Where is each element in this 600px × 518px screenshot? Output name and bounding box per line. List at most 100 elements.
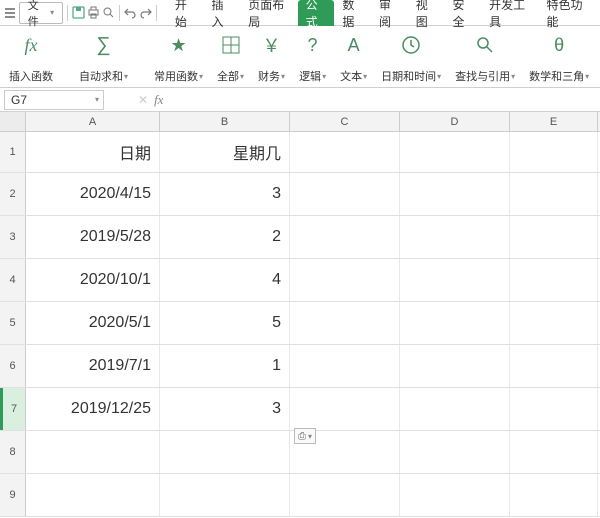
cell-C6[interactable] bbox=[290, 345, 400, 387]
col-header-A[interactable]: A bbox=[26, 112, 160, 131]
cell-A6[interactable]: 2019/7/1 bbox=[26, 345, 160, 387]
col-header-B[interactable]: B bbox=[160, 112, 290, 131]
row-header-4[interactable]: 4 bbox=[0, 259, 26, 301]
cell-C5[interactable] bbox=[290, 302, 400, 344]
cell-D4[interactable] bbox=[400, 259, 510, 301]
cell-C3[interactable] bbox=[290, 216, 400, 258]
cell-D7[interactable] bbox=[400, 388, 510, 430]
cell-D2[interactable] bbox=[400, 173, 510, 215]
ribbon-插入函数[interactable]: fx插入函数 bbox=[6, 30, 56, 84]
ribbon-自动求和[interactable]: ∑自动求和▾ bbox=[76, 30, 131, 84]
tab-安全[interactable]: 安全 bbox=[444, 0, 481, 26]
tab-开发工具[interactable]: 开发工具 bbox=[481, 0, 538, 26]
formula-bar-row: G7 ▾ ✕ fx bbox=[0, 88, 600, 112]
hamburger-icon[interactable] bbox=[4, 6, 17, 20]
cell-D9[interactable] bbox=[400, 474, 510, 516]
row-header-8[interactable]: 8 bbox=[0, 431, 26, 473]
spreadsheet-grid: A B C D E 1日期星期几22020/4/15332019/5/28242… bbox=[0, 112, 600, 517]
save-icon[interactable] bbox=[72, 6, 85, 20]
cell-B5[interactable]: 5 bbox=[160, 302, 290, 344]
formula-input[interactable] bbox=[163, 90, 600, 110]
tab-插入[interactable]: 插入 bbox=[204, 0, 241, 26]
redo-icon[interactable] bbox=[139, 6, 152, 20]
cell-A1[interactable]: 日期 bbox=[26, 132, 160, 172]
tab-特色功能[interactable]: 特色功能 bbox=[539, 0, 596, 26]
textA-icon: A bbox=[341, 32, 367, 58]
ribbon-查找与引用[interactable]: 查找与引用▾ bbox=[452, 30, 518, 84]
sigma-icon: ∑ bbox=[91, 32, 117, 58]
row-header-5[interactable]: 5 bbox=[0, 302, 26, 344]
cell-C4[interactable] bbox=[290, 259, 400, 301]
col-header-E[interactable]: E bbox=[510, 112, 598, 131]
cell-A7[interactable]: 2019/12/25 bbox=[26, 388, 160, 430]
row-header-7[interactable]: 7 bbox=[0, 388, 26, 430]
cell-B8[interactable] bbox=[160, 431, 290, 473]
cell-D1[interactable] bbox=[400, 132, 510, 172]
cell-E4[interactable] bbox=[510, 259, 598, 301]
cell-B7[interactable]: 3 bbox=[160, 388, 290, 430]
chevron-down-icon: ▾ bbox=[95, 95, 99, 104]
ribbon-财务[interactable]: ￥财务▾ bbox=[255, 30, 288, 84]
cell-B2[interactable]: 3 bbox=[160, 173, 290, 215]
row-header-1[interactable]: 1 bbox=[0, 132, 26, 172]
cell-E1[interactable] bbox=[510, 132, 598, 172]
ribbon-数学和三角[interactable]: θ数学和三角▾ bbox=[526, 30, 592, 84]
ribbon-逻辑[interactable]: ?逻辑▾ bbox=[296, 30, 329, 84]
cancel-icon[interactable]: ✕ bbox=[138, 93, 148, 107]
cell-A5[interactable]: 2020/5/1 bbox=[26, 302, 160, 344]
row-header-3[interactable]: 3 bbox=[0, 216, 26, 258]
col-header-D[interactable]: D bbox=[400, 112, 510, 131]
tab-视图[interactable]: 视图 bbox=[408, 0, 445, 26]
select-all-corner[interactable] bbox=[0, 112, 26, 131]
cell-C2[interactable] bbox=[290, 173, 400, 215]
cell-A9[interactable] bbox=[26, 474, 160, 516]
cell-B1[interactable]: 星期几 bbox=[160, 132, 290, 172]
cell-E8[interactable] bbox=[510, 431, 598, 473]
cell-C1[interactable] bbox=[290, 132, 400, 172]
cell-B4[interactable]: 4 bbox=[160, 259, 290, 301]
tab-开始[interactable]: 开始 bbox=[167, 0, 204, 26]
tab-审阅[interactable]: 审阅 bbox=[371, 0, 408, 26]
table-row: 52020/5/15 bbox=[0, 302, 600, 345]
cell-E3[interactable] bbox=[510, 216, 598, 258]
preview-icon[interactable] bbox=[102, 6, 115, 20]
tab-数据[interactable]: 数据 bbox=[334, 0, 371, 26]
cell-D8[interactable] bbox=[400, 431, 510, 473]
cell-E5[interactable] bbox=[510, 302, 598, 344]
cell-D5[interactable] bbox=[400, 302, 510, 344]
cell-E9[interactable] bbox=[510, 474, 598, 516]
row-header-6[interactable]: 6 bbox=[0, 345, 26, 387]
cell-A2[interactable]: 2020/4/15 bbox=[26, 173, 160, 215]
paste-options-tag[interactable]: ⎙ ▾ bbox=[294, 428, 316, 444]
cell-A3[interactable]: 2019/5/28 bbox=[26, 216, 160, 258]
cell-A8[interactable] bbox=[26, 431, 160, 473]
tab-公式[interactable]: 公式 bbox=[298, 0, 335, 26]
cell-B9[interactable] bbox=[160, 474, 290, 516]
file-menu[interactable]: 文件 ▾ bbox=[19, 2, 63, 24]
cell-E7[interactable] bbox=[510, 388, 598, 430]
cell-C9[interactable] bbox=[290, 474, 400, 516]
cell-A4[interactable]: 2020/10/1 bbox=[26, 259, 160, 301]
ribbon-日期和时间[interactable]: 日期和时间▾ bbox=[378, 30, 444, 84]
row-header-9[interactable]: 9 bbox=[0, 474, 26, 516]
ribbon-文本[interactable]: A文本▾ bbox=[337, 30, 370, 84]
cell-E2[interactable] bbox=[510, 173, 598, 215]
cell-E6[interactable] bbox=[510, 345, 598, 387]
cell-B6[interactable]: 1 bbox=[160, 345, 290, 387]
cell-D3[interactable] bbox=[400, 216, 510, 258]
table-row: 22020/4/153 bbox=[0, 173, 600, 216]
row-header-2[interactable]: 2 bbox=[0, 173, 26, 215]
search-icon bbox=[472, 32, 498, 58]
col-header-C[interactable]: C bbox=[290, 112, 400, 131]
print-icon[interactable] bbox=[87, 6, 100, 20]
cell-C7[interactable] bbox=[290, 388, 400, 430]
ribbon-全部[interactable]: 全部▾ bbox=[214, 30, 247, 84]
name-box[interactable]: G7 ▾ bbox=[4, 90, 104, 110]
tab-页面布局[interactable]: 页面布局 bbox=[240, 0, 297, 26]
fx-icon[interactable]: fx bbox=[154, 92, 163, 108]
cell-B3[interactable]: 2 bbox=[160, 216, 290, 258]
cell-D6[interactable] bbox=[400, 345, 510, 387]
undo-icon[interactable] bbox=[124, 6, 137, 20]
ribbon-常用函数[interactable]: ★常用函数▾ bbox=[151, 30, 206, 84]
chevron-down-icon: ▾ bbox=[281, 72, 285, 81]
